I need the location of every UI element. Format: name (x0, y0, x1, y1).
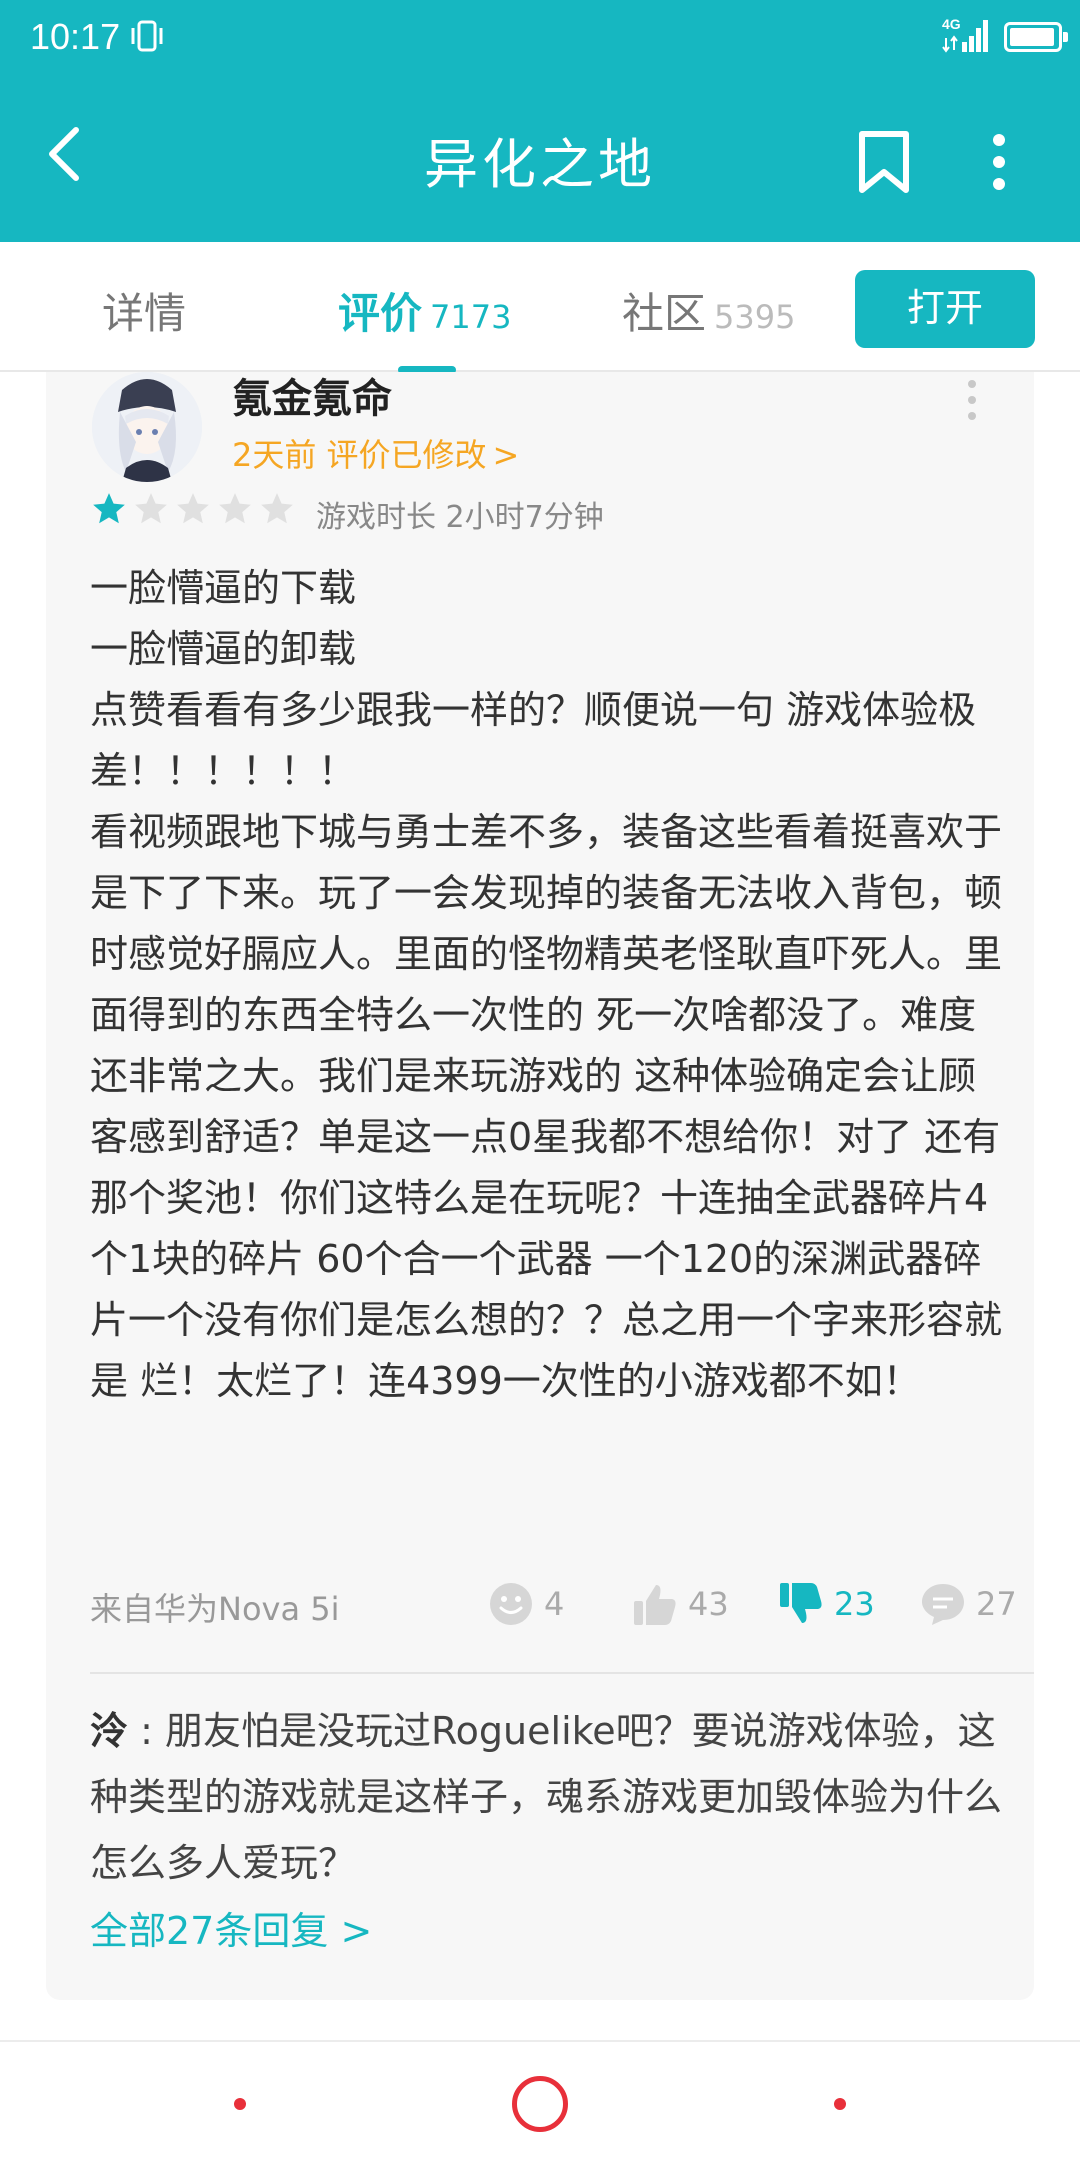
emoji-reaction-button[interactable]: 4 (488, 1576, 564, 1632)
chevron-right-icon: > (492, 436, 520, 474)
comment-icon (922, 1584, 964, 1625)
review-username[interactable]: 氪金氪命 (232, 366, 392, 424)
vibrate-icon (131, 20, 163, 52)
comment-count: 27 (976, 1585, 1017, 1623)
comment-button[interactable]: 27 (920, 1576, 1017, 1632)
star-empty-icon (177, 493, 209, 524)
all-replies-link[interactable]: 全部27条回复 > (90, 1900, 372, 1955)
dislike-button[interactable]: 23 (778, 1576, 875, 1632)
reply-text: 朋友怕是没玩过Roguelike吧？要说游戏体验，这种类型的游戏就是这样子，魂系… (90, 1709, 1003, 1885)
avatar[interactable] (92, 372, 202, 482)
bookmark-icon[interactable] (856, 130, 912, 194)
avatar-image (92, 372, 202, 482)
star-empty-icon (135, 493, 167, 524)
emoji-count: 4 (544, 1585, 565, 1623)
reply-author: 泠 (90, 1709, 129, 1753)
playtime: 游戏时长 2小时7分钟 (316, 500, 604, 535)
status-bar: 10:17 4G (0, 0, 1080, 74)
tab-count: 7173 (430, 298, 512, 336)
card-more-icon[interactable] (964, 378, 980, 422)
tab-community[interactable]: 社区 5395 (622, 280, 795, 341)
tab-label: 详情 (102, 289, 187, 338)
star-empty-icon (261, 493, 293, 524)
review-body: 一脸懵逼的下载 一脸懵逼的卸载 点赞看看有多少跟我一样的？顺便说一句 游戏体验极… (90, 566, 1003, 1403)
review-meta[interactable]: 2天前 评价已修改 > (232, 430, 519, 476)
review-footer: 来自华为Nova 5i 4 43 23 27 (90, 1576, 1017, 1632)
signal-icon: 4G (942, 16, 992, 54)
all-replies-label: 全部27条回复 (90, 1909, 329, 1953)
divider (90, 1672, 1034, 1674)
tab-reviews[interactable]: 评价 7173 (338, 280, 511, 341)
nav-back-dot[interactable] (834, 2098, 846, 2110)
reply-separator: : (128, 1709, 165, 1753)
review-card: 氪金氪命 2天前 评价已修改 > 游戏时长 2小时7分钟 一脸懵逼的下载 一脸懵逼… (46, 372, 1034, 2000)
tab-label: 社区 (622, 289, 707, 338)
dislike-count: 23 (834, 1585, 875, 1623)
status-time: 10:17 (30, 16, 121, 57)
like-count: 43 (688, 1585, 729, 1623)
tab-label: 评价 (338, 289, 423, 338)
more-vertical-icon[interactable] (984, 132, 1014, 192)
device-label: 来自华为Nova 5i (90, 1590, 340, 1628)
chevron-right-icon: > (340, 1909, 373, 1953)
thumbs-up-icon (634, 1585, 676, 1625)
tab-count: 5395 (714, 298, 796, 336)
review-meta-text: 2天前 评价已修改 (232, 436, 487, 474)
smiley-icon (490, 1583, 532, 1625)
nav-home-button[interactable] (512, 2076, 568, 2132)
star-filled-icon (93, 493, 125, 524)
tab-details[interactable]: 详情 (102, 280, 186, 341)
thumbs-down-icon (780, 1583, 822, 1623)
like-button[interactable]: 43 (632, 1576, 729, 1632)
page-title: 异化之地 (424, 133, 656, 196)
top-bar: 10:17 4G 异化之地 (0, 0, 1080, 242)
open-button[interactable]: 打开 (855, 270, 1035, 348)
reply-preview[interactable]: 泠 : 朋友怕是没玩过Roguelike吧？要说游戏体验，这种类型的游戏就是这样… (90, 1698, 1010, 1896)
battery-icon (1004, 22, 1068, 52)
system-nav-bar (0, 2040, 1080, 2160)
tab-bar: 详情 评价 7173 社区 5395 打开 (0, 242, 1080, 374)
star-empty-icon (219, 493, 251, 524)
rating-stars (90, 490, 296, 530)
nav-menu-dot[interactable] (234, 2098, 246, 2110)
app-header: 异化之地 (0, 74, 1080, 242)
